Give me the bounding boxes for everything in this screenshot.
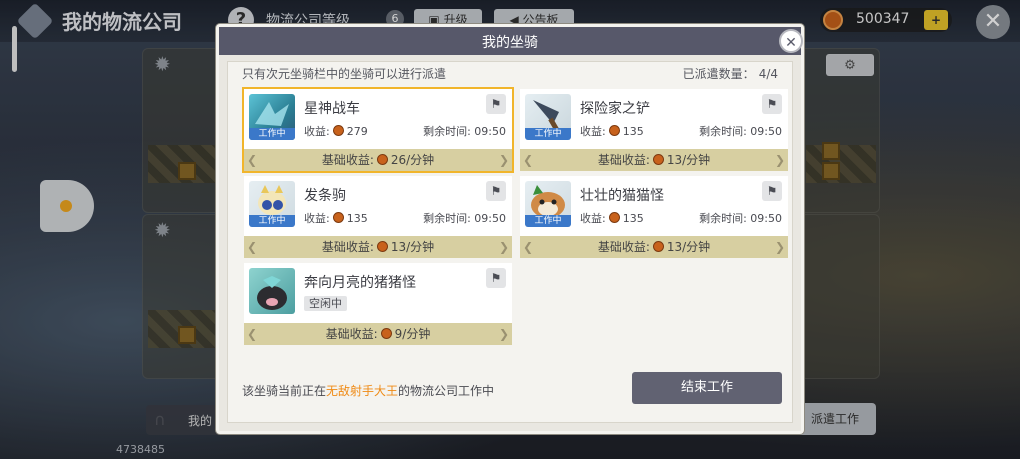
mount-card-moon-pig[interactable]: 奔向月亮的猪猪怪 ⚑ 空闲中 ❮ 基础收益: 9/分钟 ❯	[244, 263, 512, 345]
dispatched-label: 已派遣数量：	[682, 67, 755, 81]
time-value: 09:50	[750, 212, 782, 225]
income-label: 收益:	[580, 212, 606, 225]
mount-name: 探险家之铲	[580, 101, 650, 117]
base-income-bar: ❮ 基础收益: 13/分钟 ❯	[520, 149, 788, 171]
base-income-rate: 13/分钟	[390, 240, 435, 254]
base-income-rate: 13/分钟	[666, 240, 711, 254]
coin-icon	[608, 212, 620, 223]
remaining-time: 剩余时间: 09:50	[699, 210, 782, 226]
dialog-header: 我的坐骑	[219, 27, 801, 55]
coin-icon	[652, 154, 664, 165]
income-label: 收益:	[304, 125, 330, 138]
base-income-bar: ❮ 基础收益: 26/分钟 ❯	[244, 149, 512, 171]
dialog-close-icon[interactable]: ✕	[779, 29, 803, 53]
base-income-rate: 9/分钟	[394, 327, 431, 341]
footer-suffix: 的物流公司工作中	[398, 384, 495, 398]
remaining-time: 剩余时间: 09:50	[423, 123, 506, 139]
right-arrow-icon: ❯	[498, 327, 509, 341]
base-income-label: 基础收益:	[321, 153, 374, 167]
mount-income: 收益: 135	[580, 123, 644, 139]
my-mounts-dialog: 我的坐骑 ✕ 只有次元坐骑栏中的坐骑可以进行派遣 已派遣数量： 4/4 工作中 星…	[216, 24, 804, 434]
coin-icon	[652, 241, 664, 252]
coin-icon	[376, 241, 388, 252]
work-status-message: 该坐骑当前正在无敌射手大王的物流公司工作中	[242, 382, 494, 399]
send-flag-icon[interactable]: ⚑	[486, 268, 506, 288]
status-badge: 工作中	[525, 215, 571, 227]
shovel-icon: 工作中	[525, 94, 571, 140]
idle-status-badge: 空闲中	[304, 296, 347, 311]
footer-prefix: 该坐骑当前正在	[242, 384, 327, 398]
star-chariot-icon: 工作中	[249, 94, 295, 140]
remaining-time: 剩余时间: 09:50	[423, 210, 506, 226]
cat-monster-icon: 工作中	[525, 181, 571, 227]
time-label: 剩余时间:	[699, 125, 747, 138]
coin-icon	[376, 154, 388, 165]
dispatch-hint: 只有次元坐骑栏中的坐骑可以进行派遣	[242, 67, 447, 81]
send-flag-icon[interactable]: ⚑	[486, 181, 506, 201]
mount-income: 收益: 279	[304, 123, 368, 139]
income-value: 279	[346, 125, 368, 138]
left-arrow-icon: ❮	[523, 240, 534, 254]
pig-monster-icon	[249, 268, 295, 314]
income-value: 135	[346, 212, 368, 225]
remaining-time: 剩余时间: 09:50	[699, 123, 782, 139]
right-arrow-icon: ❯	[774, 240, 785, 254]
base-income-label: 基础收益:	[597, 240, 650, 254]
dialog-title: 我的坐骑	[482, 35, 538, 51]
time-label: 剩余时间:	[699, 212, 747, 225]
status-badge: 工作中	[249, 215, 295, 227]
base-income-label: 基础收益:	[321, 240, 374, 254]
right-arrow-icon: ❯	[774, 153, 785, 167]
dispatched-count: 已派遣数量： 4/4	[683, 65, 778, 82]
left-arrow-icon: ❮	[247, 240, 258, 254]
clockwork-horse-icon: 工作中	[249, 181, 295, 227]
mount-name: 壮壮的猫猫怪	[580, 188, 664, 204]
left-arrow-icon: ❮	[247, 327, 258, 341]
base-income-bar: ❮ 基础收益: 13/分钟 ❯	[520, 236, 788, 258]
mount-card-explorer-shovel[interactable]: 工作中 探险家之铲 ⚑ 收益: 135 剩余时间: 09:50 ❮ 基础收益: 13/…	[520, 89, 788, 171]
mount-income: 收益: 135	[580, 210, 644, 226]
mount-name: 发条驹	[304, 188, 346, 204]
base-income-rate: 13/分钟	[666, 153, 711, 167]
send-flag-icon[interactable]: ⚑	[762, 181, 782, 201]
send-flag-icon[interactable]: ⚑	[486, 94, 506, 114]
send-flag-icon[interactable]: ⚑	[762, 94, 782, 114]
dispatched-value: 4/4	[758, 67, 778, 81]
left-arrow-icon: ❮	[247, 153, 258, 167]
coin-icon	[380, 328, 392, 339]
mount-income: 收益: 135	[304, 210, 368, 226]
income-value: 135	[622, 125, 644, 138]
company-owner-name: 无敌射手大王	[326, 384, 399, 398]
base-income-label: 基础收益:	[597, 153, 650, 167]
right-arrow-icon: ❯	[498, 240, 509, 254]
dialog-body: 只有次元坐骑栏中的坐骑可以进行派遣 已派遣数量： 4/4 工作中 星神战车 ⚑ 收…	[227, 61, 793, 423]
base-income-bar: ❮ 基础收益: 13/分钟 ❯	[244, 236, 512, 258]
income-label: 收益:	[580, 125, 606, 138]
coin-icon	[332, 212, 344, 223]
time-value: 09:50	[750, 125, 782, 138]
base-income-bar: ❮ 基础收益: 9/分钟 ❯	[244, 323, 512, 345]
mount-card-clockwork-horse[interactable]: 工作中 发条驹 ⚑ 收益: 135 剩余时间: 09:50 ❮ 基础收益: 13/分钟…	[244, 176, 512, 258]
mount-card-star-chariot[interactable]: 工作中 星神战车 ⚑ 收益: 279 剩余时间: 09:50 ❮ 基础收益: 26/分…	[244, 89, 512, 171]
status-badge: 工作中	[525, 128, 571, 140]
right-arrow-icon: ❯	[498, 153, 509, 167]
coin-icon	[332, 125, 344, 136]
end-work-button[interactable]: 结束工作	[632, 372, 782, 404]
pig-shape	[257, 276, 287, 310]
time-value: 09:50	[474, 125, 506, 138]
left-arrow-icon: ❮	[523, 153, 534, 167]
income-value: 135	[622, 212, 644, 225]
time-value: 09:50	[474, 212, 506, 225]
time-label: 剩余时间:	[423, 125, 471, 138]
base-income-label: 基础收益:	[325, 327, 378, 341]
base-income-rate: 26/分钟	[390, 153, 435, 167]
time-label: 剩余时间:	[423, 212, 471, 225]
mount-card-cat-monster[interactable]: 工作中 壮壮的猫猫怪 ⚑ 收益: 135 剩余时间: 09:50 ❮ 基础收益: 13…	[520, 176, 788, 258]
mount-name: 星神战车	[304, 101, 360, 117]
income-label: 收益:	[304, 212, 330, 225]
status-badge: 工作中	[249, 128, 295, 140]
coin-icon	[608, 125, 620, 136]
mount-name: 奔向月亮的猪猪怪	[304, 275, 416, 291]
